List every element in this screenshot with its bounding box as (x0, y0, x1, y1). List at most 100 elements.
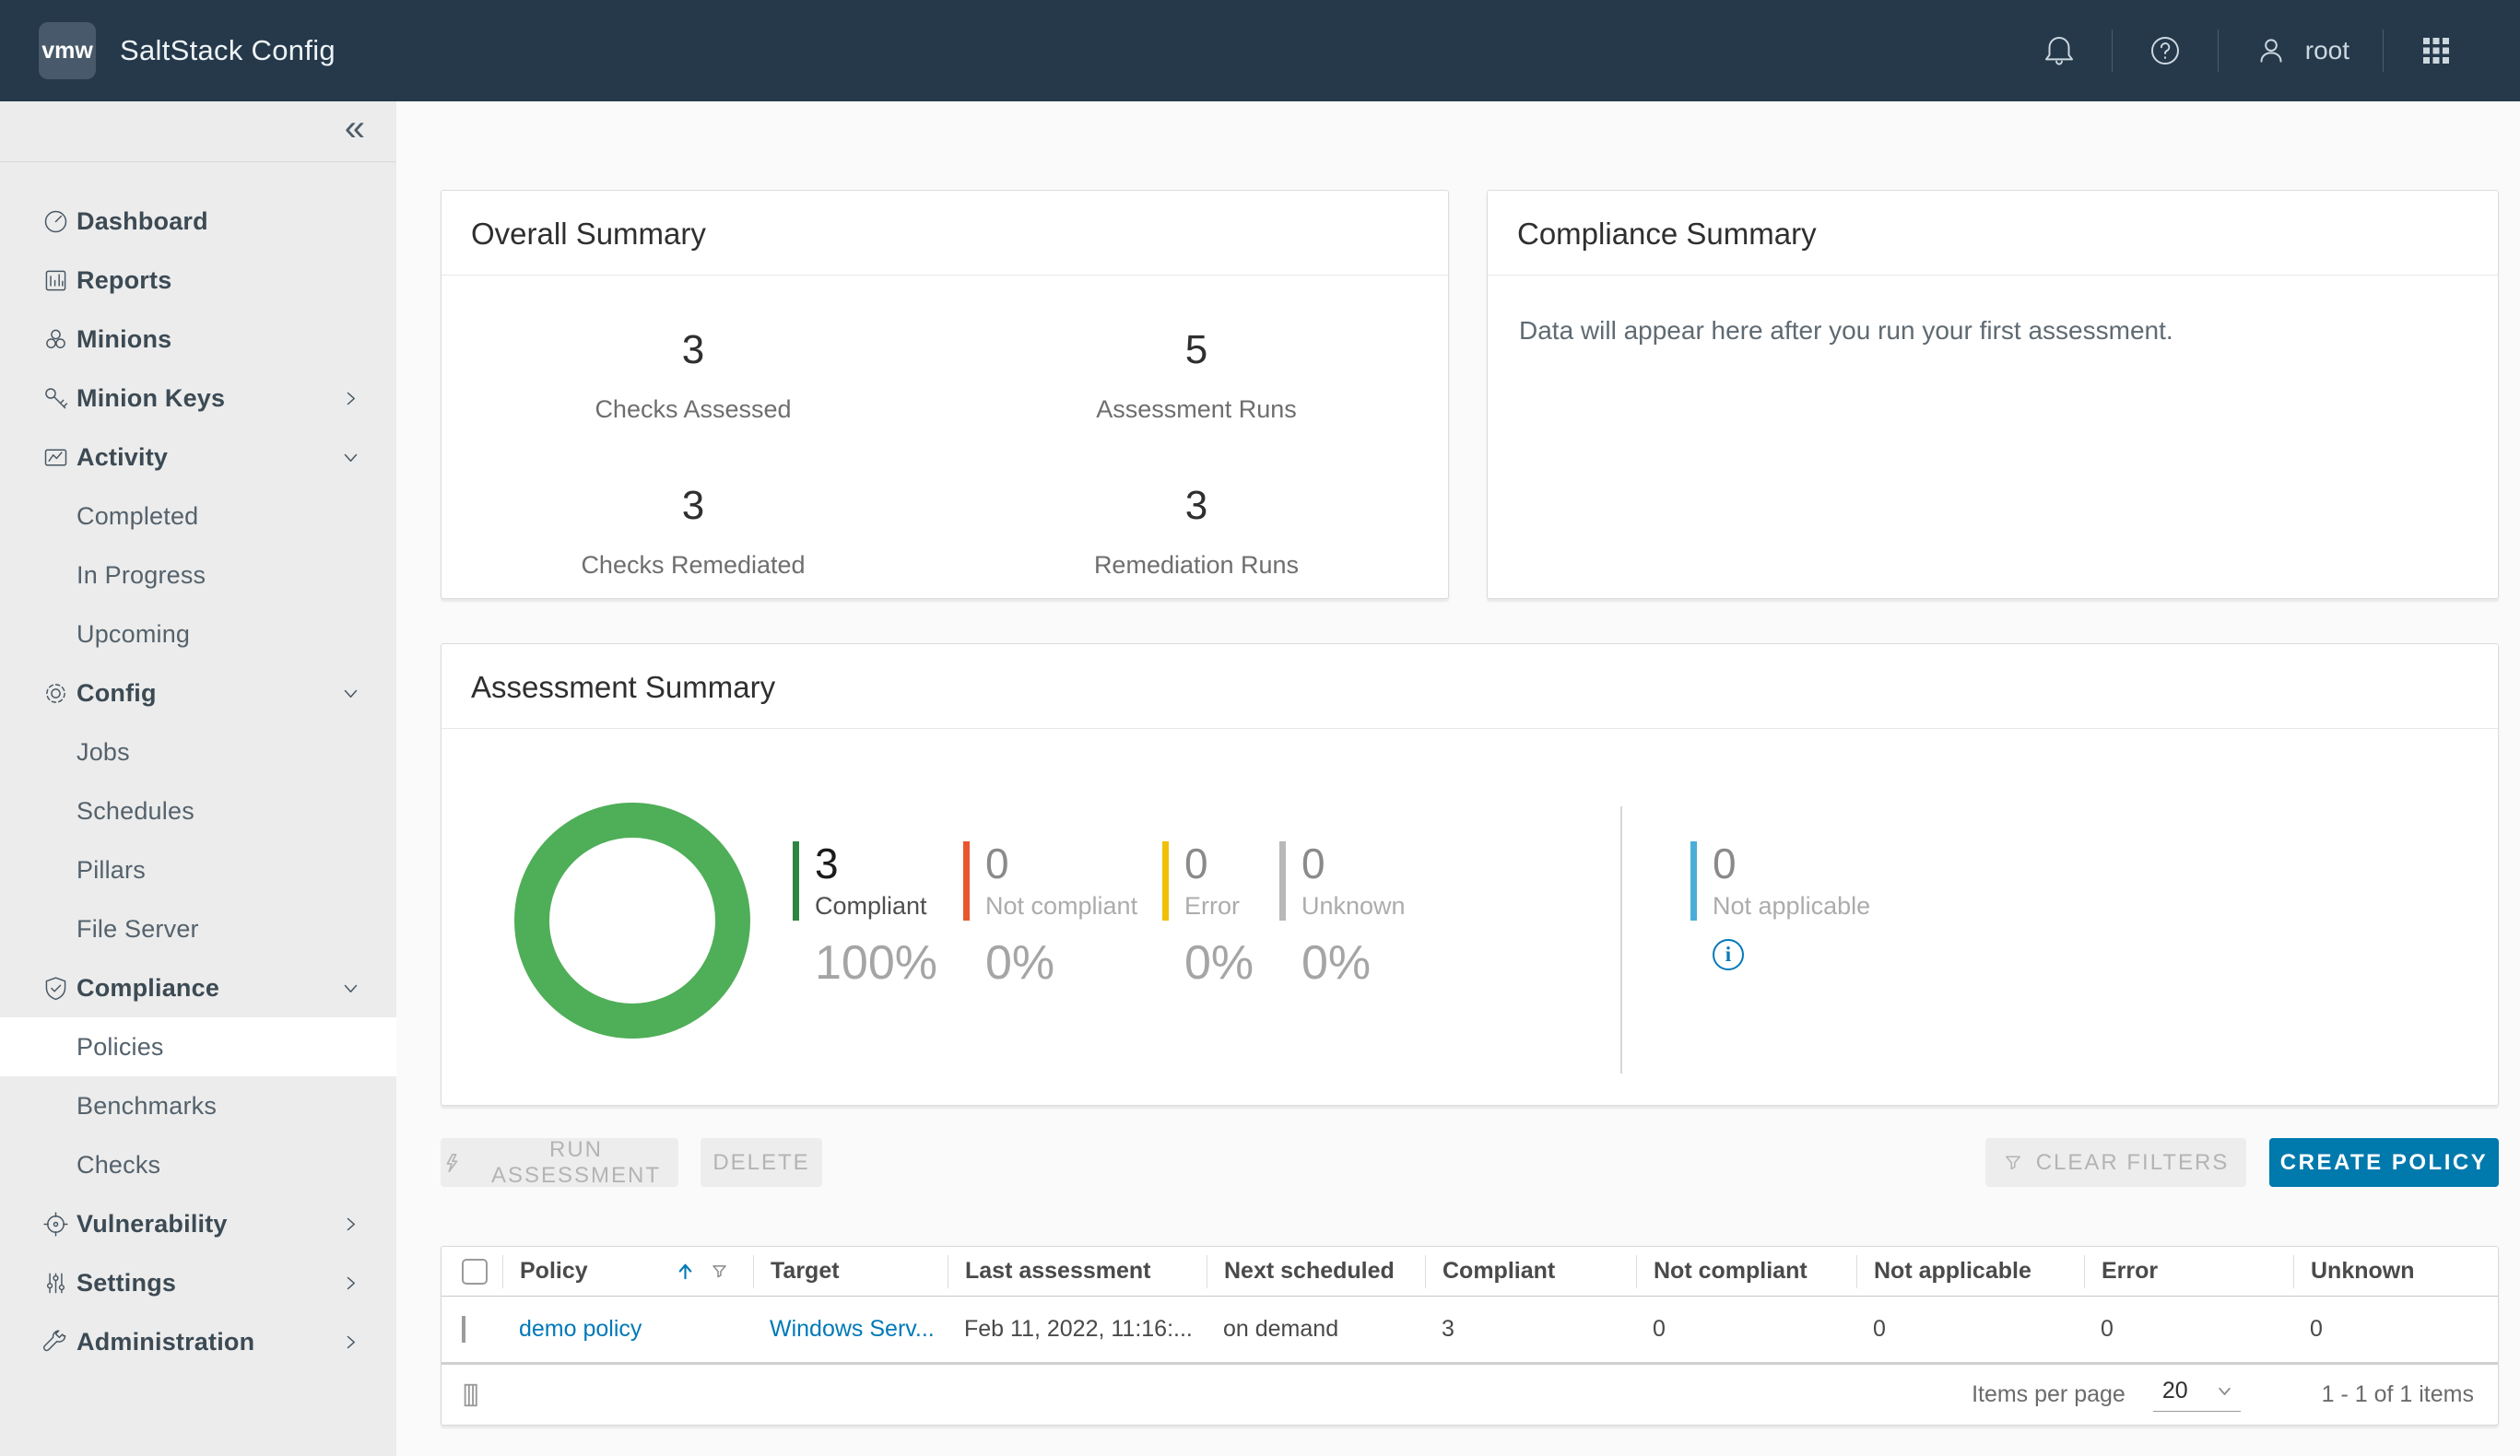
sliders-icon (41, 1268, 77, 1298)
summary-cards-row: Overall Summary 3 Checks Assessed 5 Asse… (441, 190, 2499, 599)
notifications-button[interactable] (2007, 31, 2112, 70)
overall-summary-card: Overall Summary 3 Checks Assessed 5 Asse… (441, 190, 1449, 599)
cell-policy: demo policy (502, 1316, 753, 1343)
cell-next-scheduled: on demand (1207, 1316, 1425, 1343)
sidebar-item-settings[interactable]: Settings (0, 1253, 396, 1312)
sidebar-item-vulnerability[interactable]: Vulnerability (0, 1194, 396, 1253)
stat-error: 0 Error 0% (1162, 841, 1279, 991)
column-header-target[interactable]: Target (753, 1255, 948, 1288)
username: root (2305, 36, 2349, 65)
sidebar-item-dashboard[interactable]: Dashboard (0, 192, 396, 251)
column-header-compliant[interactable]: Compliant (1425, 1255, 1636, 1288)
sidebar-item-minions[interactable]: Minions (0, 310, 396, 369)
shield-icon (41, 973, 77, 1004)
column-header-next-scheduled[interactable]: Next scheduled (1207, 1255, 1425, 1288)
column-header-not-compliant[interactable]: Not compliant (1636, 1255, 1856, 1288)
cell-not-applicable: 0 (1856, 1316, 2084, 1343)
sidebar-item-file-server[interactable]: File Server (0, 899, 396, 958)
sidebar-item-administration[interactable]: Administration (0, 1312, 396, 1371)
column-toggle-icon[interactable] (460, 1380, 488, 1411)
sidebar-collapse-button[interactable]: « (345, 110, 365, 147)
row-checkbox[interactable] (462, 1316, 465, 1343)
cell-last-assessment: Feb 11, 2022, 11:16:... (948, 1316, 1207, 1343)
sidebar-item-compliance[interactable]: Compliance (0, 958, 396, 1017)
sidebar-item-jobs[interactable]: Jobs (0, 722, 396, 781)
table-footer: Items per page 20 1 - 1 of 1 items (442, 1362, 2498, 1425)
chevron-down-icon (2214, 1380, 2235, 1402)
sidebar-item-in-progress[interactable]: In Progress (0, 546, 396, 605)
run-assessment-button[interactable]: RUN ASSESSMENT (441, 1138, 678, 1187)
items-per-page-label: Items per page (1972, 1381, 2126, 1408)
help-button[interactable] (2113, 31, 2218, 70)
compliance-summary-title: Compliance Summary (1488, 191, 2498, 276)
pagination: Items per page 20 1 - 1 of 1 items (1972, 1378, 2474, 1412)
overall-summary-title: Overall Summary (442, 191, 1448, 276)
create-policy-button[interactable]: CREATE POLICY (2269, 1138, 2499, 1187)
info-icon[interactable]: i (1713, 939, 1744, 970)
toolbar-right: CLEAR FILTERS CREATE POLICY (1985, 1138, 2499, 1187)
policy-link[interactable]: demo policy (519, 1316, 642, 1342)
app-title: SaltStack Config (120, 34, 336, 67)
cell-error: 0 (2084, 1316, 2293, 1343)
column-header-policy[interactable]: Policy (502, 1255, 753, 1288)
logo-text: vmw (41, 38, 93, 65)
overall-summary-metrics: 3 Checks Assessed 5 Assessment Runs 3 Ch… (442, 276, 1448, 580)
chevron-right-icon (338, 1271, 363, 1296)
sidebar-item-pillars[interactable]: Pillars (0, 840, 396, 899)
gear-icon (41, 678, 77, 709)
sidebar-item-checks[interactable]: Checks (0, 1135, 396, 1194)
assessment-summary-card: Assessment Summary 3 Compliant 100% 0 No… (441, 643, 2499, 1106)
sort-ascending-icon[interactable] (674, 1260, 697, 1283)
reports-icon (41, 265, 77, 296)
minions-icon (41, 324, 77, 355)
assessment-stats: 3 Compliant 100% 0 Not compliant 0% 0 Er (793, 841, 1445, 991)
column-header-unknown[interactable]: Unknown (2293, 1255, 2498, 1288)
compliance-donut-chart (514, 803, 750, 1039)
stats-divider (1620, 806, 1622, 1074)
sidebar-item-completed[interactable]: Completed (0, 487, 396, 546)
sidebar-item-reports[interactable]: Reports (0, 251, 396, 310)
sidebar-item-schedules[interactable]: Schedules (0, 781, 396, 840)
pagination-range: 1 - 1 of 1 items (2322, 1381, 2474, 1408)
user-menu[interactable]: root (2219, 31, 2383, 70)
sidebar-item-upcoming[interactable]: Upcoming (0, 605, 396, 663)
app-launcher-button[interactable] (2384, 31, 2489, 70)
sidebar-collapse-row: « (0, 101, 396, 162)
row-checkbox-cell (442, 1316, 502, 1343)
metric-checks-assessed: 3 Checks Assessed (442, 327, 945, 424)
chevron-down-icon (338, 445, 363, 470)
target-icon (41, 1209, 77, 1239)
items-per-page-select[interactable]: 20 (2153, 1378, 2241, 1412)
target-link[interactable]: Windows Serv... (770, 1316, 935, 1342)
main-content: Overall Summary 3 Checks Assessed 5 Asse… (396, 101, 2520, 1456)
column-header-error[interactable]: Error (2084, 1255, 2293, 1288)
column-header-last-assessment[interactable]: Last assessment (948, 1255, 1207, 1288)
delete-button[interactable]: DELETE (701, 1138, 822, 1187)
bell-icon (2040, 31, 2078, 70)
table-header-row: Policy Target Last assessment Next sched… (442, 1247, 2498, 1297)
metric-assessment-runs: 5 Assessment Runs (945, 327, 1448, 424)
policies-table: Policy Target Last assessment Next sched… (441, 1246, 2499, 1426)
clear-filters-button[interactable]: CLEAR FILTERS (1985, 1138, 2246, 1187)
column-header-not-applicable[interactable]: Not applicable (1856, 1255, 2084, 1288)
chevron-down-icon (338, 976, 363, 1001)
dashboard-icon (41, 206, 77, 237)
activity-icon (41, 442, 77, 473)
sidebar-item-activity[interactable]: Activity (0, 428, 396, 487)
select-all-checkbox[interactable] (462, 1259, 488, 1285)
sidebar-item-minion-keys[interactable]: Minion Keys (0, 369, 396, 428)
funnel-icon (2003, 1153, 2023, 1173)
header-actions: root (2007, 29, 2489, 72)
help-icon (2146, 31, 2184, 70)
assessment-summary-title: Assessment Summary (442, 644, 2498, 729)
sidebar-item-benchmarks[interactable]: Benchmarks (0, 1076, 396, 1135)
app-grid-icon (2417, 31, 2455, 70)
lightning-icon (441, 1152, 463, 1174)
stat-not-compliant: 0 Not compliant 0% (963, 841, 1162, 991)
compliance-summary-card: Compliance Summary Data will appear here… (1487, 190, 2499, 599)
filter-icon[interactable] (710, 1262, 729, 1281)
assessment-summary-content: 3 Compliant 100% 0 Not compliant 0% 0 Er (442, 729, 2498, 1116)
chevron-right-icon (338, 1330, 363, 1355)
sidebar-item-config[interactable]: Config (0, 663, 396, 722)
sidebar-item-policies[interactable]: Policies (0, 1017, 396, 1076)
